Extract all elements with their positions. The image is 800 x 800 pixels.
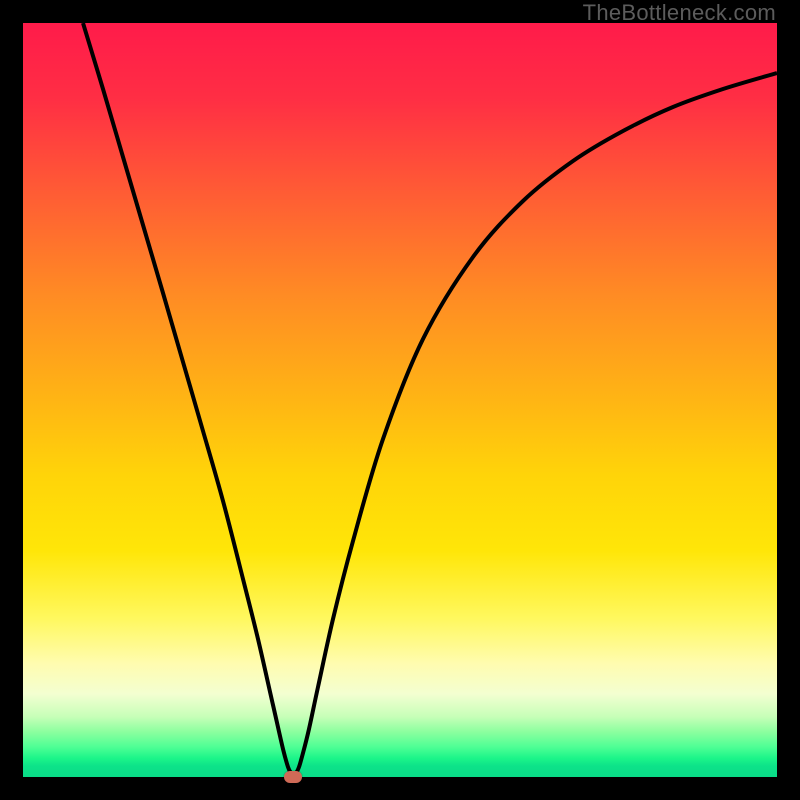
plot-area	[23, 23, 777, 777]
optimal-point-marker	[284, 771, 302, 783]
chart-frame: TheBottleneck.com	[0, 0, 800, 800]
curve-svg	[23, 23, 777, 777]
watermark-text: TheBottleneck.com	[583, 0, 776, 26]
bottleneck-curve	[83, 23, 777, 775]
